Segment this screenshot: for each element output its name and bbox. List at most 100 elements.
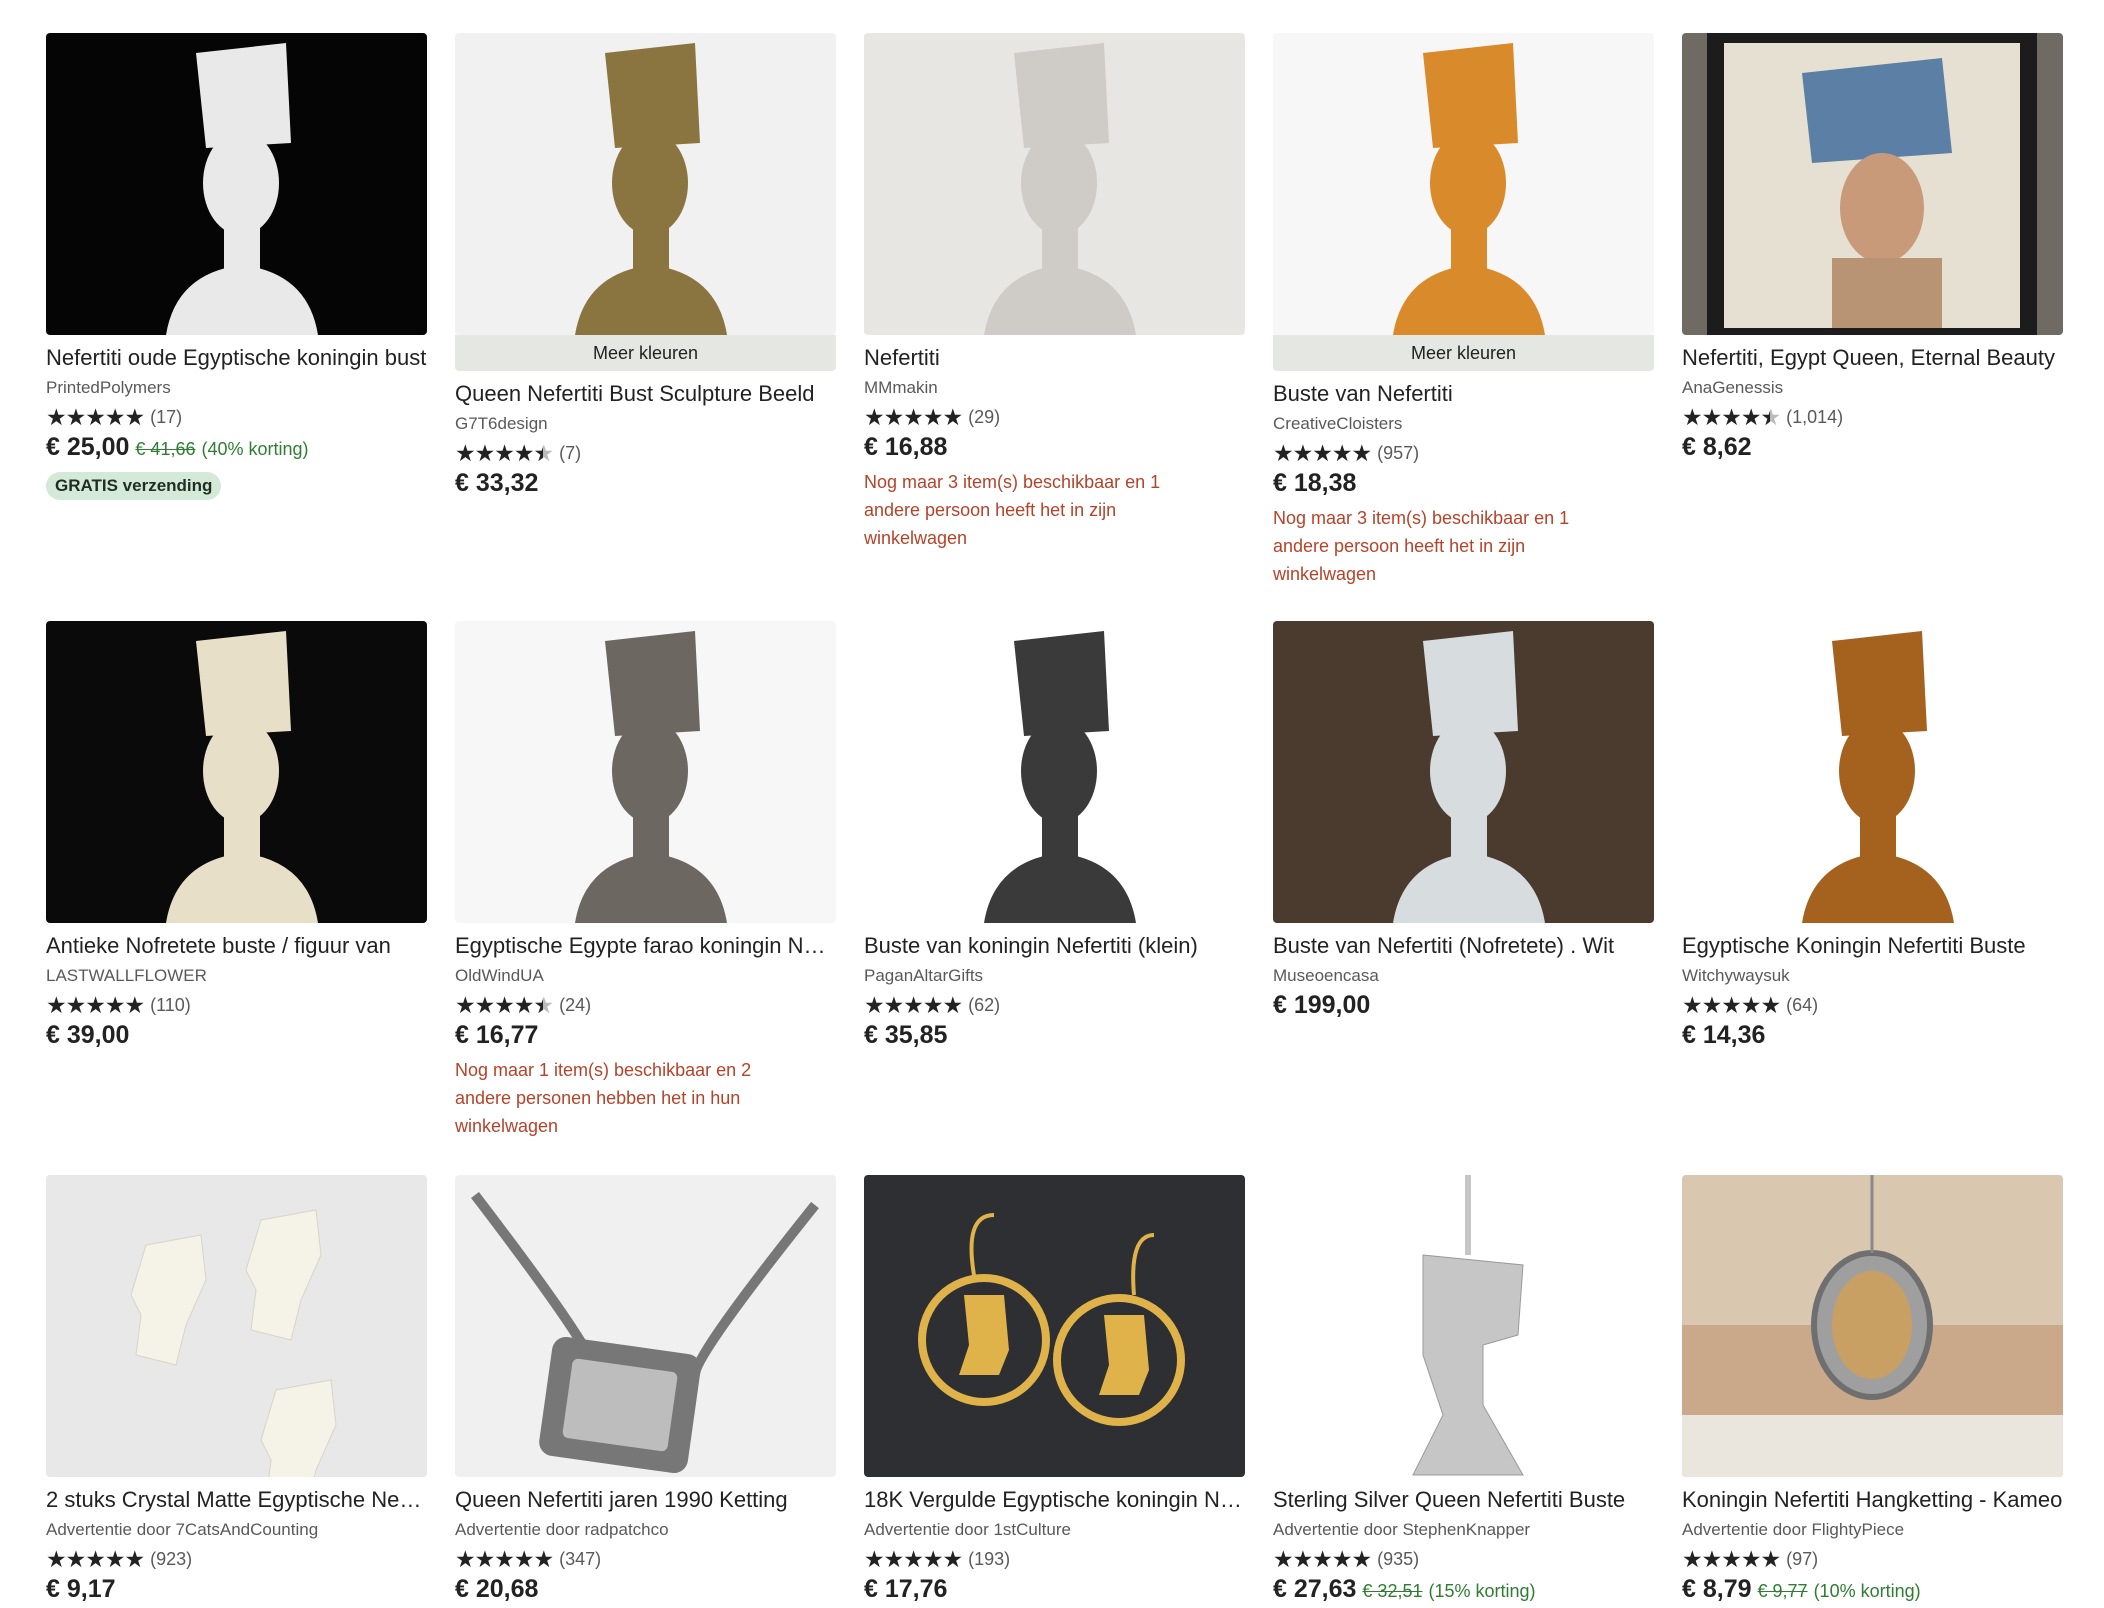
bust-photo-icon [1273,33,1654,335]
listing-title[interactable]: Koningin Nefertiti Hangketting - Kameo [1682,1485,2063,1515]
star-rating-icon: ★★★★★ [1682,991,1781,1018]
listing-image[interactable] [864,1175,1245,1477]
shop-name[interactable]: Witchywaysuk [1682,965,2063,987]
star-rating-icon: ★★★★★ [455,1545,554,1572]
review-count: (193) [968,1548,1011,1569]
rating: ★★★★★(24) [455,992,836,1019]
rating: ★★★★★ (957) [1273,440,1654,466]
price: € 39,00 [46,1021,130,1049]
original-price: € 32,51 [1362,1581,1423,1601]
listing-image[interactable] [455,1175,836,1477]
low-stock-notice: Nog maar 3 item(s) beschikbaar en 1 ande… [864,472,1161,548]
rating: ★★★★★ (62) [864,992,1245,1018]
rating: ★★★★★ (97) [1682,1546,2063,1572]
listing-title[interactable]: Buste van Nefertiti (Nofretete) . Wit [1273,931,1654,961]
price: € 33,32 [455,469,539,497]
listing-image[interactable] [455,621,836,923]
listing-title[interactable]: Buste van koningin Nefertiti (klein) [864,931,1245,961]
listing-title[interactable]: 2 stuks Crystal Matte Egyptische Neferti… [46,1485,427,1515]
price: € 27,63 [1273,1575,1357,1603]
listing-image[interactable] [864,33,1245,335]
shop-name[interactable]: Museoencasa [1273,965,1654,987]
listing-image[interactable] [46,1175,427,1477]
shop-name[interactable]: Advertentie door radpatchco [455,1519,836,1541]
star-rating-icon: ★★★★★ [46,403,145,430]
listing-card[interactable]: Egyptische Koningin Nefertiti Buste Witch… [1682,621,2063,1050]
review-count: (935) [1377,1548,1420,1569]
price-line: € 39,00 [46,1021,427,1050]
bust-photo-icon [864,33,1245,335]
price: € 16,77 [455,1021,539,1049]
listing-card[interactable]: Sterling Silver Queen Nefertiti Buste Adv… [1273,1175,1654,1604]
listing-image[interactable] [1273,1175,1654,1477]
listing-title[interactable]: Buste van Nefertiti [1273,379,1654,409]
price: € 17,76 [864,1575,948,1603]
listing-title[interactable]: 18K Vergulde Egyptische koningin Neferti… [864,1485,1245,1515]
listing-title[interactable]: Sterling Silver Queen Nefertiti Buste [1273,1485,1654,1515]
low-stock-notice: Nog maar 3 item(s) beschikbaar en 1 ande… [1273,508,1570,584]
shop-name[interactable]: OldWindUA [455,965,836,987]
price: € 8,79 [1682,1575,1752,1603]
listing-title[interactable]: Queen Nefertiti Bust Sculpture Beeld [455,379,836,409]
listing-title[interactable]: Antieke Nofretete buste / figuur van [46,931,427,961]
rating: ★★★★★ (64) [1682,991,2063,1018]
listing-card[interactable]: Meer kleuren Queen Nefertiti Bust Sculptu… [455,33,836,498]
glass-cabochon-icon [46,1175,427,1477]
listing-title[interactable]: Nefertiti oude Egyptische koningin bust [46,343,427,373]
shop-name[interactable]: Advertentie door 1stCulture [864,1519,1245,1541]
listing-image[interactable] [1682,1175,2063,1477]
listing-card[interactable]: 2 stuks Crystal Matte Egyptische Neferti… [46,1175,427,1604]
listing-card[interactable]: Nefertiti MMmakin ★★★★★ (29) € 16,88 Nog maar… [864,33,1245,552]
review-count: (29) [968,406,1001,427]
shop-name[interactable]: MMmakin [864,377,1245,399]
listing-card[interactable]: Egyptische Egypte farao koningin Neferti… [455,621,836,1140]
more-colors-label[interactable]: Meer kleuren [1273,335,1654,371]
price: € 9,17 [46,1575,116,1603]
listing-card[interactable]: Nefertiti oude Egyptische koningin bust P… [46,33,427,500]
shop-name[interactable]: Advertentie door FlightyPiece [1682,1519,2063,1541]
price-line: € 20,68 [455,1575,836,1604]
listing-image[interactable] [1682,621,2063,923]
review-count: (64) [1786,994,1819,1015]
shop-name[interactable]: Advertentie door StephenKnapper [1273,1519,1654,1541]
listing-image[interactable] [864,621,1245,923]
review-count: (62) [968,994,1001,1015]
listing-card[interactable]: Koningin Nefertiti Hangketting - Kameo Ad… [1682,1175,2063,1604]
listing-title[interactable]: Queen Nefertiti jaren 1990 Ketting [455,1485,836,1515]
listing-title[interactable]: Egyptische Egypte farao koningin Neferti… [455,931,836,961]
price-line: € 8,79 € 9,77 (10% korting) [1682,1575,2063,1604]
listing-card[interactable]: Buste van koningin Nefertiti (klein) Paga… [864,621,1245,1050]
shop-name[interactable]: PrintedPolymers [46,377,427,399]
listing-image[interactable] [1273,621,1654,923]
price: € 35,85 [864,1021,948,1049]
shop-name[interactable]: CreativeCloisters [1273,413,1654,435]
listing-title[interactable]: Egyptische Koningin Nefertiti Buste [1682,931,2063,961]
rating: ★★★★★ (935) [1273,1546,1654,1572]
shop-name[interactable]: PaganAltarGifts [864,965,1245,987]
shop-name[interactable]: AnaGenessis [1682,377,2063,399]
price: € 25,00 [46,433,130,461]
rating: ★★★★★ (923) [46,1546,427,1572]
listing-image[interactable] [46,33,427,335]
listing-card[interactable]: Nefertiti, Egypt Queen, Eternal Beauty An… [1682,33,2063,462]
price: € 14,36 [1682,1021,1766,1049]
shop-name[interactable]: G7T6design [455,413,836,435]
gold-earrings-icon [864,1175,1245,1477]
listing-image[interactable] [46,621,427,923]
listing-image[interactable] [1682,33,2063,335]
rating: ★★★★★(1,014) [1682,404,2063,431]
listing-card[interactable]: Buste van Nefertiti (Nofretete) . Wit Mus… [1273,621,1654,1020]
more-colors-label[interactable]: Meer kleuren [455,335,836,371]
listing-card[interactable]: Antieke Nofretete buste / figuur van LAST… [46,621,427,1050]
listing-image[interactable] [455,33,836,335]
listing-card[interactable]: Meer kleuren Buste van Nefertiti CreativeC… [1273,33,1654,588]
listing-card[interactable]: Queen Nefertiti jaren 1990 Ketting Advert… [455,1175,836,1604]
listing-card[interactable]: 18K Vergulde Egyptische koningin Neferti… [864,1175,1245,1604]
shop-name[interactable]: Advertentie door 7CatsAndCounting [46,1519,427,1541]
listing-title[interactable]: Nefertiti [864,343,1245,373]
listing-title[interactable]: Nefertiti, Egypt Queen, Eternal Beauty [1682,343,2063,373]
shop-name[interactable]: LASTWALLFLOWER [46,965,427,987]
silver-pendant-icon [1273,1175,1654,1477]
listing-image[interactable] [1273,33,1654,335]
pendant-necklace-icon [455,1175,836,1477]
